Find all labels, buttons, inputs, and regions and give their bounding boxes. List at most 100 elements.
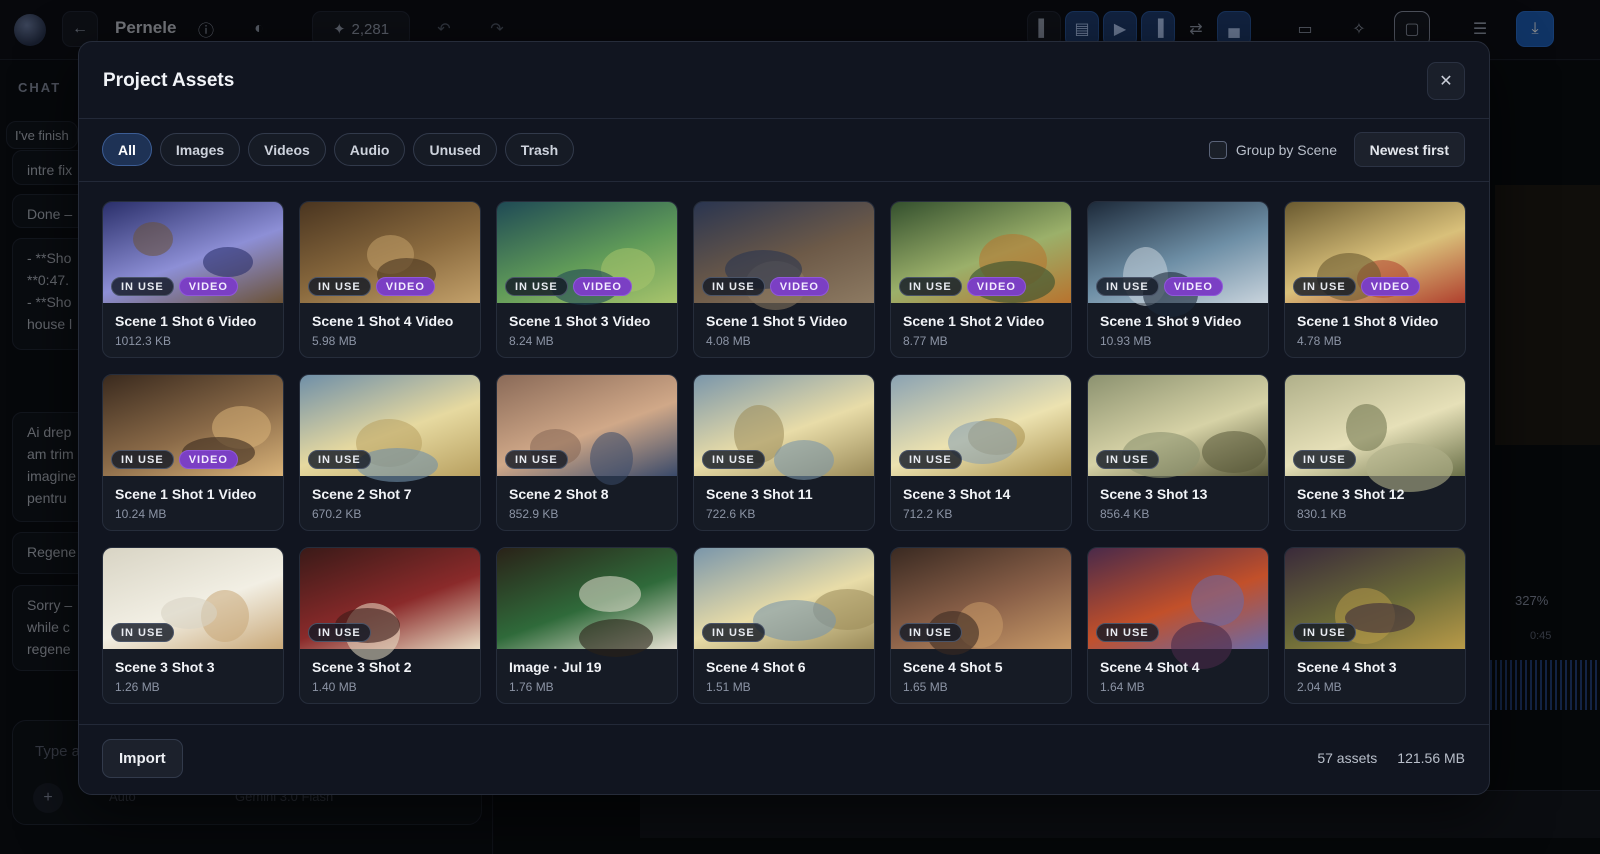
filter-chip-all[interactable]: All — [102, 133, 152, 166]
asset-badges: IN USE VIDEO — [505, 277, 632, 296]
asset-badges: IN USE — [899, 450, 962, 469]
asset-badges: IN USE — [702, 623, 765, 642]
filter-chip-videos[interactable]: Videos — [248, 133, 326, 166]
asset-card[interactable]: IN USE Scene 3 Shot 14 712.2 KB — [890, 374, 1072, 531]
group-by-scene-toggle[interactable]: Group by Scene — [1208, 141, 1337, 159]
filter-bar: All Images Videos Audio Unused Trash Group by… — [79, 119, 1489, 182]
asset-size: 1012.3 KB — [115, 334, 172, 348]
filter-chip-trash[interactable]: Trash — [504, 133, 575, 166]
asset-badges: IN USE VIDEO — [111, 450, 238, 469]
modal-title: Project Assets — [103, 70, 235, 91]
asset-size: 1.40 MB — [312, 680, 357, 694]
asset-badges: IN USE VIDEO — [702, 277, 829, 296]
video-badge: VIDEO — [1360, 277, 1420, 296]
filter-chips: All Images Videos Audio Unused Trash — [102, 133, 575, 166]
filter-chip-audio[interactable]: Audio — [333, 133, 406, 166]
asset-badges: IN USE — [1293, 623, 1356, 642]
asset-size: 1.64 MB — [1100, 680, 1145, 694]
asset-name: Scene 1 Shot 4 Video — [312, 313, 454, 329]
asset-name: Scene 2 Shot 7 — [312, 486, 412, 502]
asset-name: Scene 3 Shot 13 — [1100, 486, 1208, 502]
asset-size: 1.26 MB — [115, 680, 160, 694]
asset-card[interactable]: IN USE Scene 3 Shot 13 856.4 KB — [1087, 374, 1269, 531]
asset-card[interactable]: IN USE VIDEO Scene 1 Shot 8 Video 4.78 MB — [1284, 201, 1466, 358]
in-use-badge: IN USE — [505, 450, 568, 469]
import-button[interactable]: Import — [102, 739, 183, 778]
total-size: 121.56 MB — [1397, 750, 1465, 766]
asset-size: 852.9 KB — [509, 507, 559, 521]
in-use-badge: IN USE — [702, 277, 765, 296]
asset-badges: IN USE — [899, 623, 962, 642]
asset-name: Scene 4 Shot 3 — [1297, 659, 1397, 675]
filter-chip-images[interactable]: Images — [159, 133, 241, 166]
in-use-badge: IN USE — [308, 450, 371, 469]
assets-grid: IN USE VIDEO Scene 1 Shot 6 Video 1012.3 KB… — [102, 201, 1468, 704]
asset-badges: IN USE VIDEO — [111, 277, 238, 296]
in-use-badge: IN USE — [111, 450, 174, 469]
asset-size: 2.04 MB — [1297, 680, 1342, 694]
asset-card[interactable]: IN USE VIDEO Scene 1 Shot 1 Video 10.24 MB — [102, 374, 284, 531]
asset-card[interactable]: IN USE VIDEO Scene 1 Shot 6 Video 1012.3 KB — [102, 201, 284, 358]
asset-badges: IN USE — [308, 623, 371, 642]
asset-card[interactable]: IN USE Scene 3 Shot 2 1.40 MB — [299, 547, 481, 704]
in-use-badge: IN USE — [1096, 277, 1159, 296]
in-use-badge: IN USE — [111, 277, 174, 296]
asset-card[interactable]: IN USE Scene 3 Shot 12 830.1 KB — [1284, 374, 1466, 531]
in-use-badge: IN USE — [702, 450, 765, 469]
asset-size: 712.2 KB — [903, 507, 953, 521]
asset-name: Scene 1 Shot 3 Video — [509, 313, 651, 329]
asset-name: Image · Jul 19 — [509, 659, 602, 675]
in-use-badge: IN USE — [1293, 277, 1356, 296]
asset-size: 5.98 MB — [312, 334, 357, 348]
asset-card[interactable]: IN USE Scene 3 Shot 3 1.26 MB — [102, 547, 284, 704]
in-use-badge: IN USE — [1293, 450, 1356, 469]
asset-size: 4.08 MB — [706, 334, 751, 348]
modal-header: Project Assets ✕ — [79, 42, 1489, 119]
asset-card[interactable]: IN USE VIDEO Scene 1 Shot 5 Video 4.08 MB — [693, 201, 875, 358]
asset-size: 1.51 MB — [706, 680, 751, 694]
in-use-badge: IN USE — [702, 623, 765, 642]
asset-card[interactable]: Image · Jul 19 1.76 MB — [496, 547, 678, 704]
video-badge: VIDEO — [375, 277, 435, 296]
video-badge: VIDEO — [178, 450, 238, 469]
asset-name: Scene 1 Shot 5 Video — [706, 313, 848, 329]
asset-card[interactable]: IN USE VIDEO Scene 1 Shot 4 Video 5.98 MB — [299, 201, 481, 358]
asset-size: 1.65 MB — [903, 680, 948, 694]
project-assets-modal: Project Assets ✕ All Images Videos Audio Unu… — [78, 41, 1490, 795]
asset-card[interactable]: IN USE VIDEO Scene 1 Shot 3 Video 8.24 MB — [496, 201, 678, 358]
asset-badges: IN USE — [1293, 450, 1356, 469]
in-use-badge: IN USE — [899, 623, 962, 642]
footer-stats: 57 assets 121.56 MB — [1317, 750, 1465, 766]
asset-card[interactable]: IN USE Scene 4 Shot 4 1.64 MB — [1087, 547, 1269, 704]
asset-card[interactable]: IN USE Scene 4 Shot 6 1.51 MB — [693, 547, 875, 704]
asset-badges: IN USE VIDEO — [1293, 277, 1420, 296]
group-by-scene-label: Group by Scene — [1235, 142, 1337, 158]
group-by-scene-checkbox[interactable] — [1208, 141, 1227, 159]
asset-name: Scene 1 Shot 8 Video — [1297, 313, 1439, 329]
asset-card[interactable]: IN USE Scene 2 Shot 7 670.2 KB — [299, 374, 481, 531]
asset-badges: IN USE — [308, 450, 371, 469]
asset-card[interactable]: IN USE Scene 2 Shot 8 852.9 KB — [496, 374, 678, 531]
asset-card[interactable]: IN USE VIDEO Scene 1 Shot 9 Video 10.93 MB — [1087, 201, 1269, 358]
asset-size: 8.24 MB — [509, 334, 554, 348]
asset-card[interactable]: IN USE VIDEO Scene 1 Shot 2 Video 8.77 MB — [890, 201, 1072, 358]
asset-thumbnail — [497, 548, 677, 657]
asset-name: Scene 3 Shot 11 — [706, 486, 813, 502]
in-use-badge: IN USE — [308, 277, 371, 296]
video-badge: VIDEO — [178, 277, 238, 296]
asset-card[interactable]: IN USE Scene 4 Shot 3 2.04 MB — [1284, 547, 1466, 704]
filter-chip-unused[interactable]: Unused — [413, 133, 497, 166]
asset-badges: IN USE VIDEO — [1096, 277, 1223, 296]
close-button[interactable]: ✕ — [1427, 62, 1465, 100]
asset-name: Scene 3 Shot 3 — [115, 659, 215, 675]
asset-card[interactable]: IN USE Scene 4 Shot 5 1.65 MB — [890, 547, 1072, 704]
sort-dropdown[interactable]: Newest first — [1353, 132, 1465, 167]
asset-card[interactable]: IN USE Scene 3 Shot 11 722.6 KB — [693, 374, 875, 531]
asset-badges: IN USE VIDEO — [308, 277, 435, 296]
asset-badges: IN USE — [702, 450, 765, 469]
asset-badges: IN USE — [1096, 623, 1159, 642]
in-use-badge: IN USE — [1096, 450, 1159, 469]
in-use-badge: IN USE — [899, 450, 962, 469]
in-use-badge: IN USE — [1293, 623, 1356, 642]
asset-size: 1.76 MB — [509, 680, 554, 694]
